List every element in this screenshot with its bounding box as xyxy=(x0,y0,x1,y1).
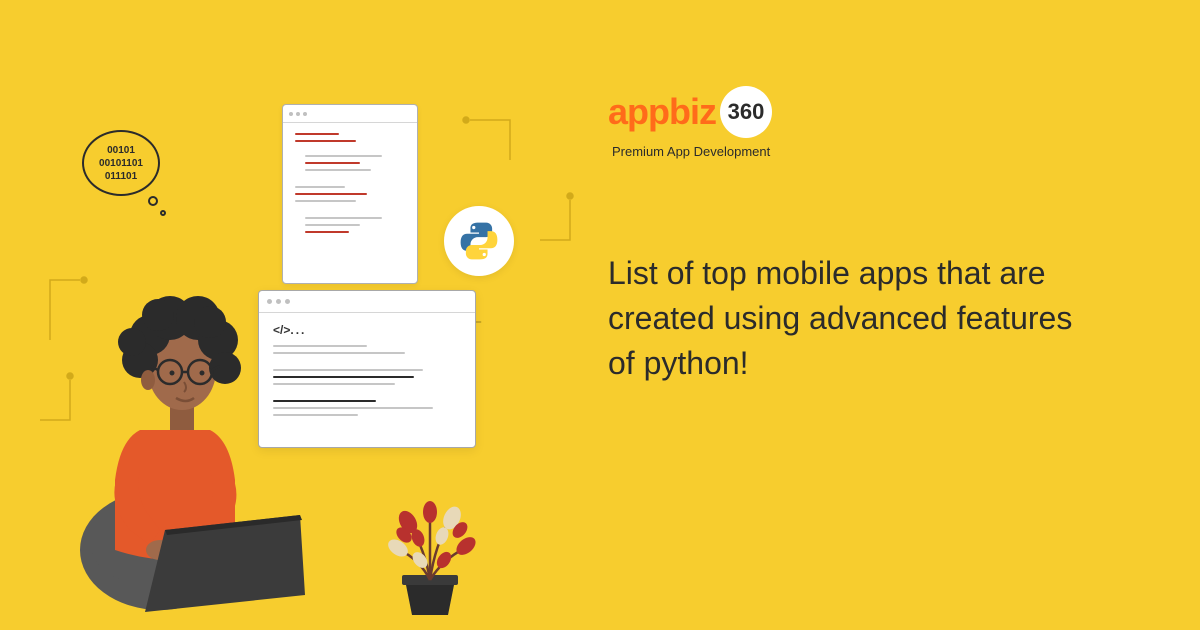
bubble-trail-dot xyxy=(148,196,158,206)
binary-row-1: 00101 xyxy=(107,144,135,157)
python-logo-badge xyxy=(444,206,514,276)
bubble-outline: 00101 00101101 011101 xyxy=(82,130,160,196)
logo-wordmark: appbiz xyxy=(608,91,716,133)
python-icon xyxy=(458,220,500,262)
logo-part-biz: biz xyxy=(669,91,716,132)
headline-text: List of top mobile apps that are created… xyxy=(608,251,1088,385)
traffic-light-dot xyxy=(289,112,293,116)
logo-part-app: app xyxy=(608,91,669,132)
plant-leaves xyxy=(385,501,479,571)
brand-logo: appbiz 360 xyxy=(608,86,1128,138)
window-titlebar xyxy=(283,105,417,123)
logo-360-badge: 360 xyxy=(720,86,772,138)
hero-illustration: 00101 00101101 011101 xyxy=(40,100,580,620)
plant-pot xyxy=(405,580,455,615)
content-area: appbiz 360 Premium App Development List … xyxy=(608,86,1128,385)
binary-row-2: 00101101 xyxy=(99,157,143,170)
logo-tagline: Premium App Development xyxy=(612,144,1128,159)
binary-row-3: 011101 xyxy=(105,170,137,183)
developer-person-illustration xyxy=(70,240,350,620)
potted-plant-illustration xyxy=(370,480,490,620)
traffic-light-dot xyxy=(303,112,307,116)
bubble-trail-dot xyxy=(160,210,166,216)
code-lines xyxy=(283,123,417,248)
traffic-light-dot xyxy=(296,112,300,116)
binary-thought-bubble: 00101 00101101 011101 xyxy=(82,130,168,210)
